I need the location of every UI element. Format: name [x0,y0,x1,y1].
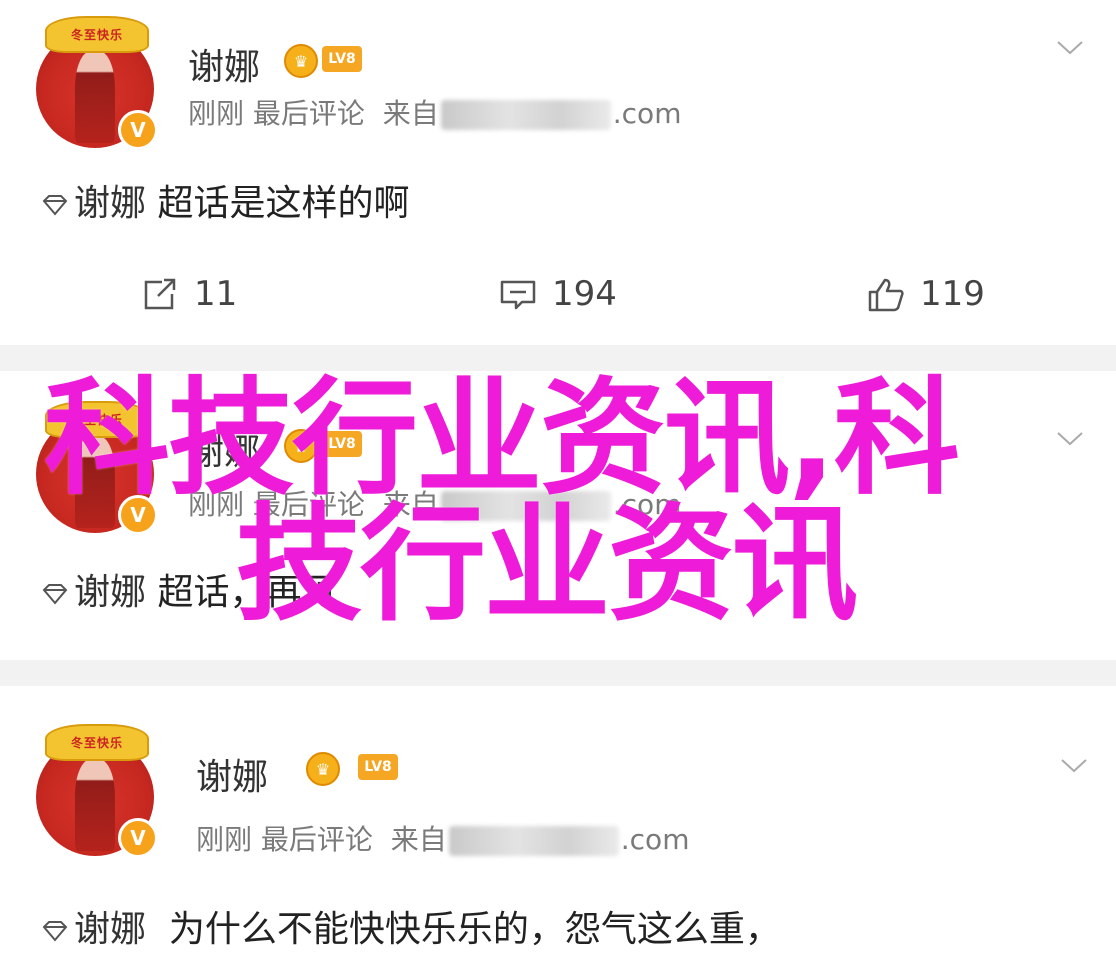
source-suffix: .com [620,823,690,856]
thumbs-up-icon [868,278,904,312]
source-suffix: .com [612,97,682,130]
post-content: 谢娜 超话是这样的啊 [40,174,409,226]
topic-tag[interactable]: 谢娜 [74,909,146,950]
comment-icon [500,280,536,310]
post-time: 刚刚 [196,823,253,856]
post-card-3: 冬至快乐 V 谢娜 ♛ LV8 刚刚 最后评论 来自 .com 谢娜 为什么不能快… [0,686,1116,966]
diamond-icon [42,584,68,605]
source-prefix: 来自 [382,97,439,130]
post-meta: 刚刚 最后评论 来自 .com [188,92,681,132]
avatar[interactable]: 冬至快乐 V [36,15,158,150]
comment-count: 194 [552,274,617,314]
chevron-down-icon[interactable] [1056,431,1084,447]
chevron-down-icon[interactable] [1060,758,1088,774]
like-button[interactable]: 119 [866,274,985,314]
blurred-source [448,826,619,856]
share-count: 11 [194,274,238,314]
blurred-source [440,100,611,130]
diamond-icon [42,921,68,942]
level-badge: LV8 [358,754,398,780]
share-icon [144,278,176,310]
comment-button[interactable]: 194 [498,274,617,314]
verified-badge-icon: V [118,110,158,150]
avatar-figure [74,51,116,144]
overlay-title-line-1: 科技行业资讯,科 [44,365,960,512]
source-prefix: 来自 [390,823,447,856]
overlay-title-line-2: 技行业资讯 [236,491,858,638]
like-count: 119 [920,274,985,314]
topic-tag[interactable]: 谢娜 [74,183,146,224]
post-text: 为什么不能快快乐乐的，怨气这么重， [168,909,781,950]
post-action: 最后评论 [252,97,365,130]
avatar[interactable]: 冬至快乐 V [36,723,158,858]
avatar-crown: 冬至快乐 [45,15,149,53]
avatar-figure [74,759,116,852]
chevron-down-icon[interactable] [1056,40,1084,56]
author-name[interactable]: 谢娜 [188,38,260,90]
author-name[interactable]: 谢娜 [196,748,268,800]
member-crown-icon: ♛ [284,44,318,78]
share-button[interactable]: 11 [140,274,237,314]
post-separator [0,660,1116,686]
member-crown-icon: ♛ [306,752,340,786]
post-text: 超话是这样的啊 [157,183,410,224]
diamond-icon [42,195,68,216]
topic-tag[interactable]: 谢娜 [74,572,146,613]
post-time: 刚刚 [188,97,245,130]
post-meta: 刚刚 最后评论 来自 .com [196,818,689,858]
post-card-1: 冬至快乐 V 谢娜 ♛ LV8 刚刚 最后评论 来自 .com 谢娜 超话是这样的… [0,0,1116,345]
level-badge: LV8 [322,46,362,72]
post-action: 最后评论 [260,823,373,856]
post-content: 谢娜 为什么不能快快乐乐的，怨气这么重， [40,900,781,952]
avatar-crown: 冬至快乐 [45,723,149,761]
verified-badge-icon: V [118,818,158,858]
